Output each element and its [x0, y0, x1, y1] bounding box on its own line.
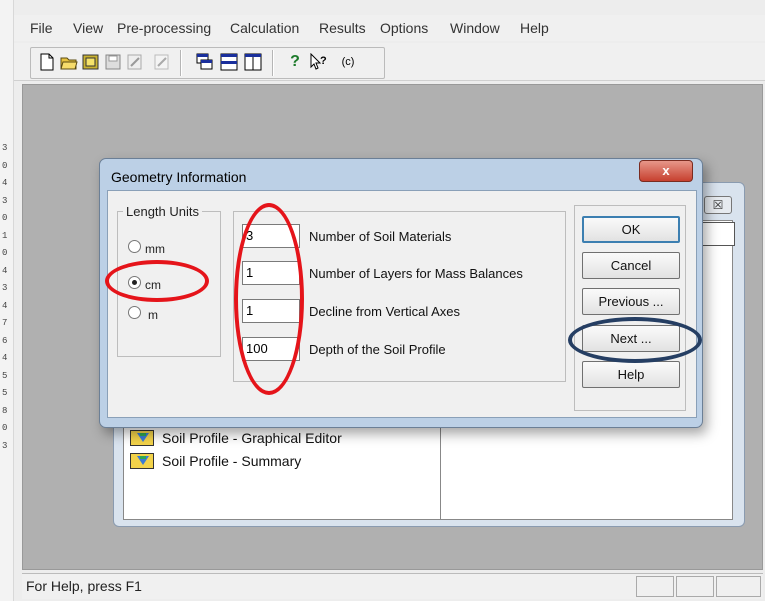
help-button[interactable]: Help [582, 361, 680, 388]
fragment-char: 0 [2, 423, 8, 433]
previous-button[interactable]: Previous ... [582, 288, 680, 315]
soil-depth-label: Depth of the Soil Profile [309, 342, 446, 357]
fragment-char: 4 [2, 353, 8, 363]
cancel-button[interactable]: Cancel [582, 252, 680, 279]
close-icon[interactable]: x [639, 160, 693, 182]
fragment-char: 7 [2, 318, 8, 328]
ok-button[interactable]: OK [582, 216, 680, 243]
fragment-char: 8 [2, 405, 8, 416]
length-units-label: Length Units [123, 204, 202, 219]
soil-profile-icon [130, 453, 154, 469]
tree-item-label: Soil Profile - Summary [162, 453, 302, 469]
fragment-char: 0 [2, 160, 8, 171]
radio-mm[interactable] [128, 240, 141, 253]
radio-m-label: m [148, 308, 158, 322]
fragment-char: 0 [2, 213, 8, 223]
menu-window[interactable]: Window [450, 20, 500, 36]
annotation-highlight-cm [105, 260, 209, 302]
menu-help[interactable]: Help [520, 20, 549, 36]
edit-icon[interactable] [152, 51, 172, 73]
fragment-char: 6 [2, 335, 8, 346]
fragment-char: 3 [2, 195, 8, 206]
radio-mm-label: mm [145, 242, 165, 256]
menu-file[interactable]: File [30, 20, 53, 36]
toolbar-separator [272, 50, 274, 76]
tree-item-graphical-editor[interactable]: Soil Profile - Graphical Editor [130, 428, 342, 448]
status-text: For Help, press F1 [26, 578, 142, 594]
fragment-char: 0 [2, 248, 8, 258]
tile-vertical-icon[interactable] [243, 51, 263, 73]
cascade-windows-icon[interactable] [195, 51, 215, 73]
open-project-icon[interactable] [81, 51, 101, 73]
annotation-highlight-fields [234, 203, 304, 395]
tree-item-summary[interactable]: Soil Profile - Summary [130, 451, 301, 471]
toolbar-separator [180, 50, 182, 76]
copyright-button[interactable]: (c) [333, 51, 363, 73]
menu-pre-processing[interactable]: Pre-processing [117, 20, 211, 36]
dialog-title: Geometry Information [111, 169, 247, 185]
status-pane [636, 576, 674, 597]
close-icon[interactable]: ☒ [704, 196, 732, 214]
background-window-text-fragments: 3 0 4 3 0 1 0 4 3 4 7 6 4 5 5 8 0 3 [2, 140, 12, 590]
open-folder-icon[interactable] [59, 51, 79, 73]
fragment-char: 1 [2, 230, 8, 241]
layers-mass-balance-label: Number of Layers for Mass Balances [309, 266, 523, 281]
fragment-char: 5 [2, 388, 8, 398]
fragment-char: 4 [2, 265, 8, 276]
context-help-icon[interactable]: ? [309, 51, 329, 73]
new-file-icon[interactable] [37, 51, 57, 73]
status-pane [676, 576, 714, 597]
annotation-highlight-next [568, 317, 702, 363]
edit-icon[interactable] [125, 51, 145, 73]
radio-m[interactable] [128, 306, 141, 319]
menu-view[interactable]: View [73, 20, 103, 36]
menu-results[interactable]: Results [319, 20, 366, 36]
fragment-char: 3 [2, 283, 8, 293]
soil-profile-icon [130, 430, 154, 446]
menu-calculation[interactable]: Calculation [230, 20, 299, 36]
menu-options[interactable]: Options [380, 20, 428, 36]
fragment-char: 4 [2, 178, 8, 188]
tree-item-label: Soil Profile - Graphical Editor [162, 430, 342, 446]
fragment-char: 3 [2, 143, 8, 153]
fragment-char: 5 [2, 370, 8, 381]
decline-label: Decline from Vertical Axes [309, 304, 461, 319]
status-pane [716, 576, 761, 597]
svg-text:?: ? [320, 55, 327, 67]
fragment-char: 4 [2, 300, 8, 311]
soil-materials-label: Number of Soil Materials [309, 229, 452, 244]
save-icon[interactable] [103, 51, 123, 73]
tile-horizontal-icon[interactable] [219, 51, 239, 73]
fragment-char: 3 [2, 440, 8, 451]
help-icon[interactable]: ? [285, 51, 305, 73]
